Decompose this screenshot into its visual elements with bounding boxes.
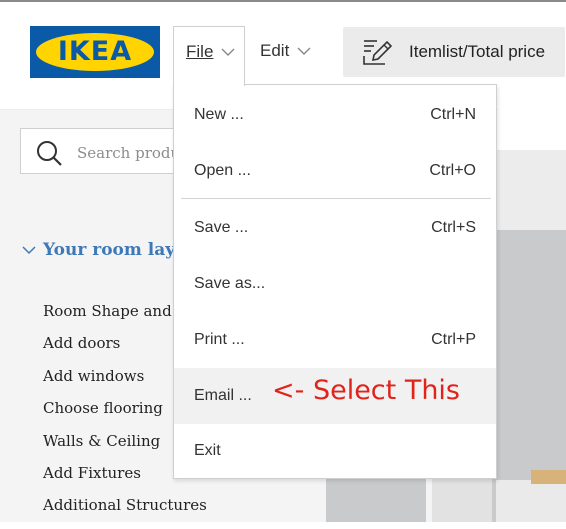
menu-item-new[interactable]: New ... Ctrl+N xyxy=(174,87,496,143)
edit-menu-button[interactable]: Edit xyxy=(260,26,320,84)
itemlist-button-label: Itemlist/Total price xyxy=(409,42,546,61)
menu-item-label: Open ... xyxy=(194,162,251,179)
list-edit-icon xyxy=(363,40,393,65)
menu-item-exit[interactable]: Exit xyxy=(174,423,496,479)
menu-item-label: Save as... xyxy=(194,275,266,292)
search-icon xyxy=(37,141,62,166)
file-menu-button[interactable]: File xyxy=(173,26,245,86)
menu-item-label: Email ... xyxy=(194,387,252,404)
chevron-down-icon xyxy=(221,48,235,56)
menu-item-print[interactable]: Print ... Ctrl+P xyxy=(174,312,496,368)
menu-item-label: New ... xyxy=(194,106,244,123)
menu-item-shortcut: Ctrl+O xyxy=(429,162,476,179)
menu-item-label: Exit xyxy=(194,442,221,459)
toolbar-strip xyxy=(498,109,566,150)
menu-item-open[interactable]: Open ... Ctrl+O xyxy=(174,143,496,199)
menu-item-shortcut: Ctrl+N xyxy=(430,106,476,123)
room-door xyxy=(496,480,566,522)
menu-item-save-as[interactable]: Save as... xyxy=(174,256,496,312)
chevron-down-icon xyxy=(22,246,36,255)
logo-registered-mark: ® xyxy=(147,34,154,42)
ikea-logo[interactable]: IKEA ® xyxy=(30,26,160,78)
itemlist-total-price-button[interactable]: Itemlist/Total price xyxy=(343,27,565,77)
nav-item-additional-structures[interactable]: Additional Structures xyxy=(43,496,208,528)
logo-text: IKEA xyxy=(57,36,133,67)
menu-item-shortcut: Ctrl+P xyxy=(431,331,476,348)
file-dropdown-menu: New ... Ctrl+N Open ... Ctrl+O Save ... … xyxy=(173,84,497,479)
menu-divider xyxy=(181,198,491,199)
wood-surface xyxy=(531,470,566,484)
menu-item-label: Print ... xyxy=(194,331,245,348)
menu-item-save[interactable]: Save ... Ctrl+S xyxy=(174,200,496,256)
select-this-annotation: <- Select This xyxy=(272,375,460,406)
edit-menu-label: Edit xyxy=(260,41,290,60)
menu-item-shortcut: Ctrl+S xyxy=(431,219,476,236)
file-menu-label: File xyxy=(186,42,214,61)
chevron-down-icon xyxy=(297,47,311,55)
menu-item-label: Save ... xyxy=(194,219,249,236)
